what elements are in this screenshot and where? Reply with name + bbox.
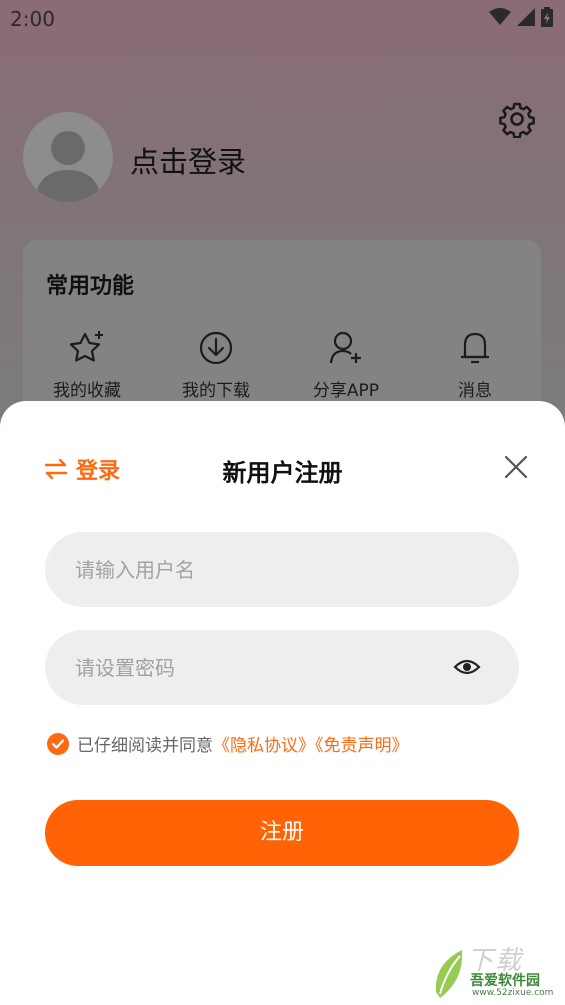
- close-icon[interactable]: [503, 454, 529, 480]
- register-sheet: 登录 新用户注册 已仔细阅读并同意《隐私协议》《免责声明》 注册: [0, 401, 565, 1005]
- checkmark-icon: [51, 738, 65, 749]
- status-icons: [489, 7, 553, 27]
- username-field: [45, 532, 519, 607]
- login-prompt[interactable]: 点击登录: [130, 139, 246, 181]
- settings-gear-icon[interactable]: [498, 100, 536, 138]
- status-time: 2:00: [10, 7, 55, 31]
- eye-icon[interactable]: [453, 656, 481, 678]
- agreement-row: 已仔细阅读并同意《隐私协议》《免责声明》: [47, 731, 409, 756]
- bell-icon: [461, 332, 489, 364]
- password-input[interactable]: [75, 630, 455, 705]
- agreement-text: 已仔细阅读并同意: [77, 736, 213, 756]
- signal-icon: [517, 8, 535, 26]
- func-downloads[interactable]: 我的下载: [161, 328, 271, 401]
- func-share-app[interactable]: 分享APP: [291, 328, 401, 401]
- func-label: 消息: [458, 381, 492, 401]
- status-bar: 2:00: [0, 0, 565, 38]
- disclaimer-link[interactable]: 《免责声明》: [315, 736, 409, 756]
- card-title: 常用功能: [46, 274, 135, 299]
- privacy-link[interactable]: 《隐私协议》: [213, 736, 315, 756]
- sheet-title: 新用户注册: [222, 459, 343, 487]
- password-field: [45, 630, 519, 705]
- wifi-icon: [489, 8, 511, 25]
- watermark-url: www.52zixue.com: [472, 988, 554, 998]
- func-label: 分享APP: [312, 381, 380, 401]
- download-icon: [199, 331, 233, 365]
- watermark-logo: 下载 吾爱软件园 www.52zixue.com: [432, 940, 562, 1002]
- battery-icon: [541, 7, 553, 27]
- func-favorites[interactable]: 我的收藏: [32, 328, 142, 401]
- star-icon: [69, 331, 103, 362]
- func-messages[interactable]: 消息: [420, 328, 530, 401]
- leaf-logo-icon: [435, 950, 463, 998]
- func-label: 我的收藏: [53, 381, 121, 401]
- username-input[interactable]: [75, 532, 455, 607]
- func-label: 我的下载: [182, 381, 250, 401]
- add-user-icon: [329, 331, 361, 364]
- agreement-checkbox[interactable]: [47, 732, 69, 755]
- watermark-brand: 吾爱软件园: [470, 973, 540, 989]
- avatar[interactable]: [23, 112, 113, 202]
- default-avatar-icon: [35, 131, 101, 202]
- register-button[interactable]: 注册: [45, 800, 519, 866]
